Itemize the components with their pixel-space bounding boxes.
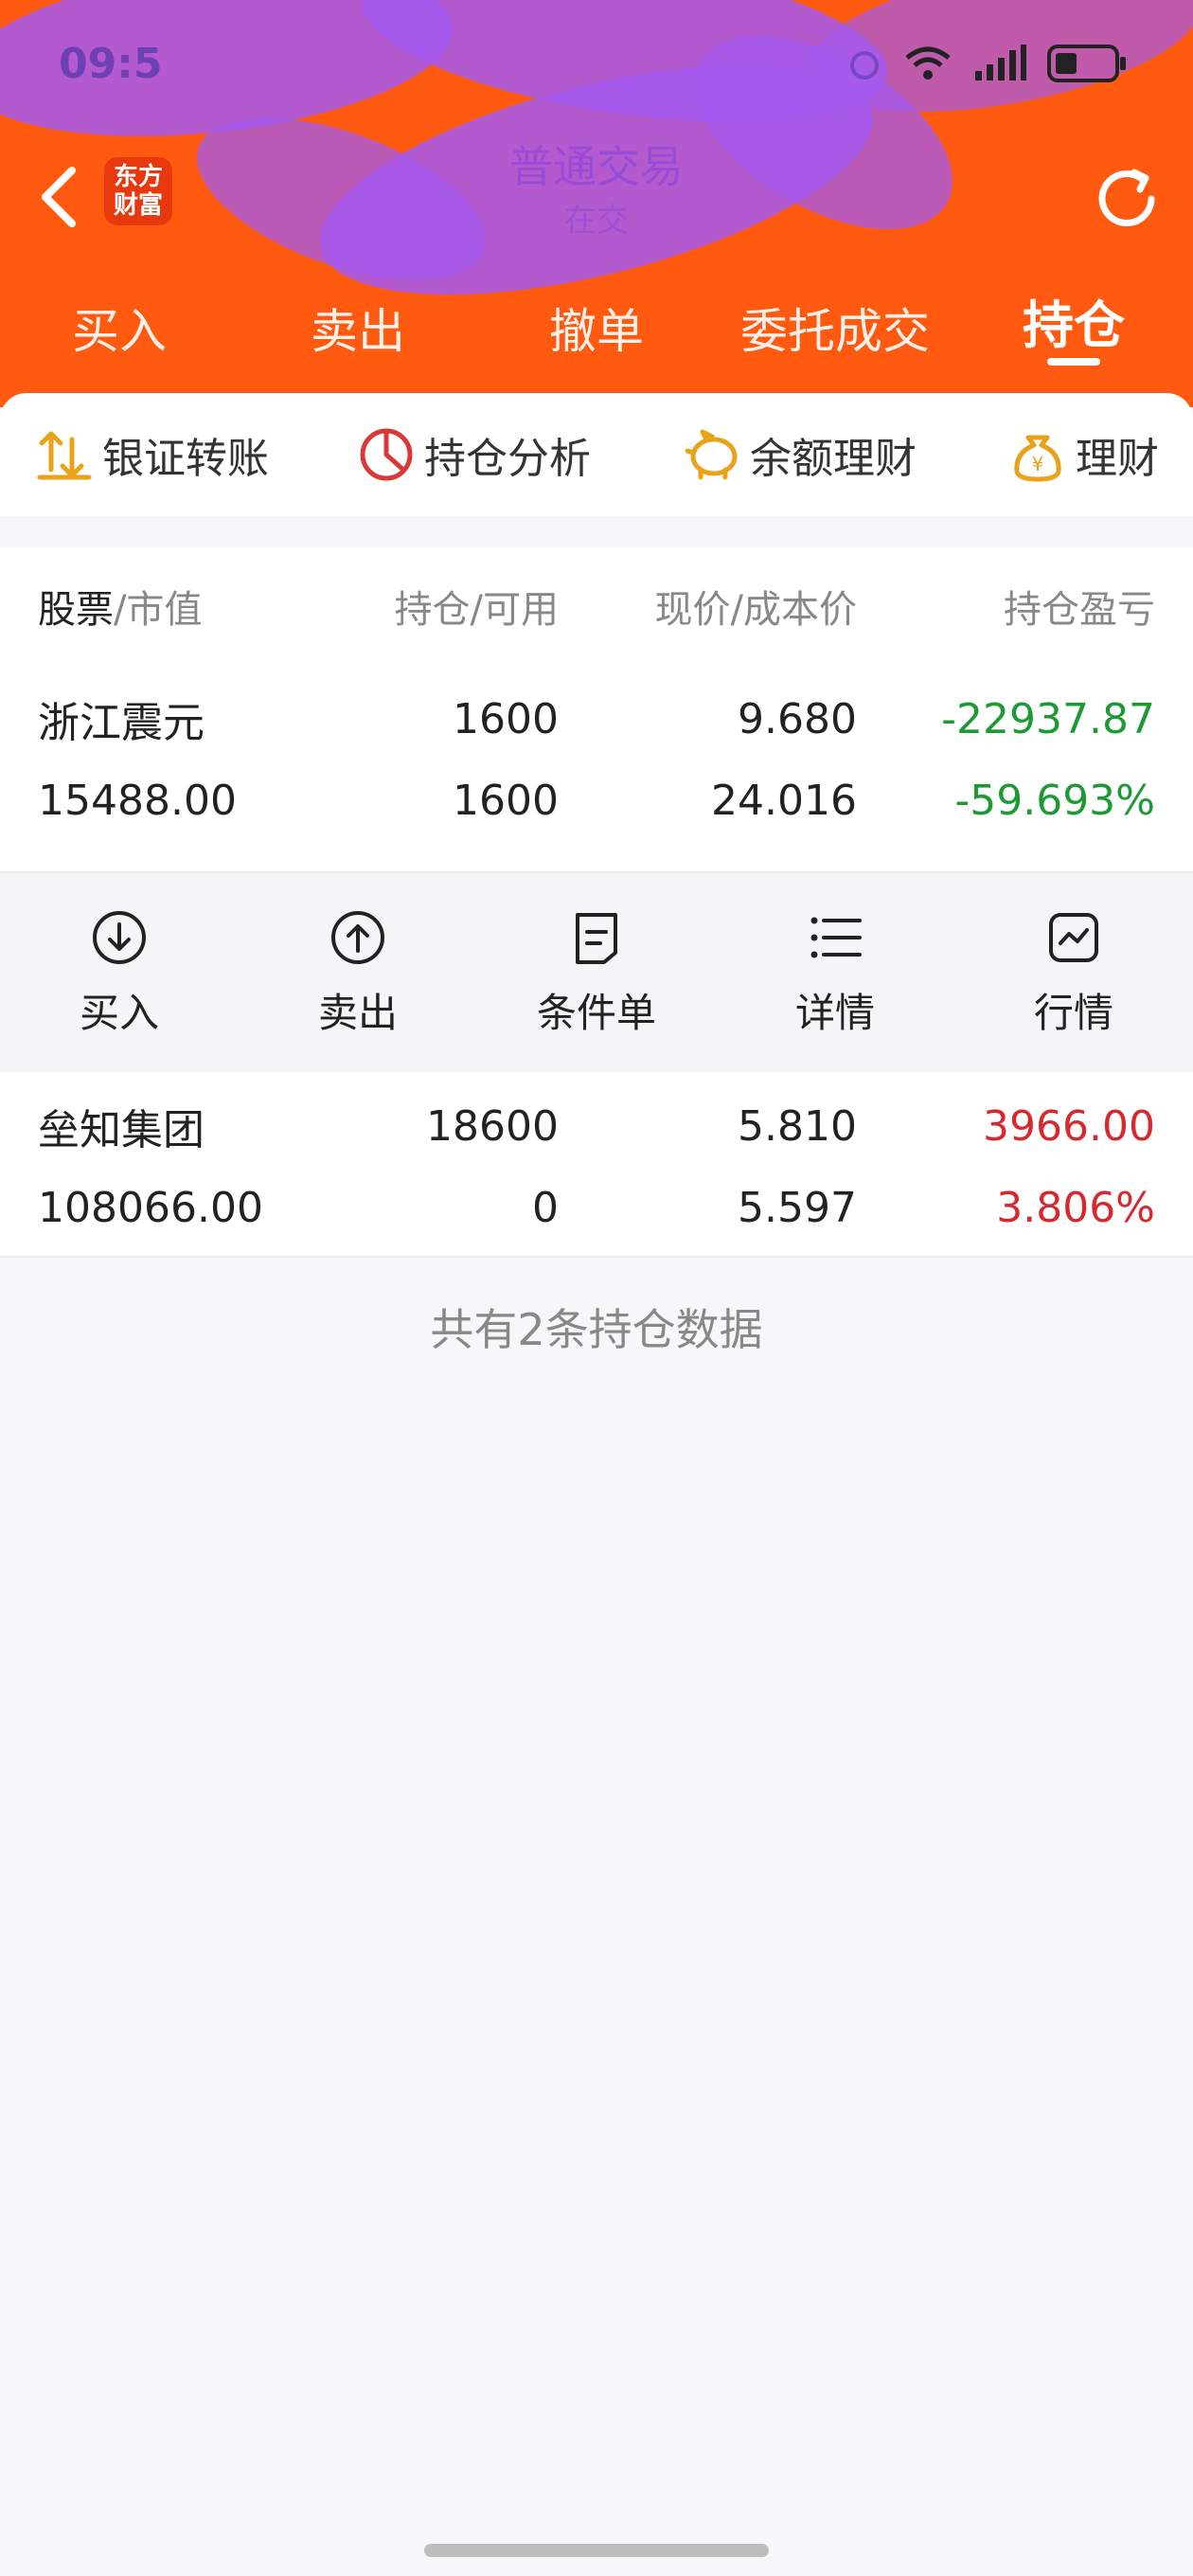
action-buy[interactable]: 买入 [0,907,239,1039]
cost-price: 5.597 [738,1183,857,1232]
divider [0,1256,1193,1258]
tool-wealth[interactable]: ¥ 理财 [1007,424,1159,485]
money-bag-icon: ¥ [1014,435,1061,482]
action-label: 买入 [79,989,159,1036]
page-subtitle: 在交 [564,202,629,240]
arrow-down-circle-icon [93,910,146,964]
signal-icon [975,45,1026,80]
position-qty: 18600 [426,1101,559,1151]
tool-strip: 银证转账 持仓分析 余额理财 ¥ 理财 [0,393,1193,516]
svg-text:¥: ¥ [1032,453,1044,475]
available-qty: 1600 [453,776,559,825]
pnl-percent: -59.693% [954,776,1155,825]
tab-buy[interactable]: 买入 [0,284,239,388]
tab-orders-deals[interactable]: 委托成交 [716,284,954,388]
wifi-icon [905,46,951,80]
pnl-percent: 3.806% [996,1183,1155,1232]
available-qty: 0 [532,1183,559,1232]
battery-icon [1047,45,1126,82]
header-position: 持仓/可用 [394,588,559,632]
header-stock-value: 股票/市值 [38,588,203,632]
positions-count-note: 共有2条持仓数据 [430,1304,763,1355]
refresh-icon[interactable] [1087,159,1166,239]
active-tab-indicator [1047,358,1100,366]
header: 09:5 东方 财富 普通交易 在交 买入 卖出 撤单 委托成交 持仓 [0,0,1193,407]
tool-label: 银证转账 [102,435,269,483]
home-indicator[interactable] [424,2544,769,2557]
status-time: 09:5 [59,40,163,88]
arrow-up-circle-icon [331,910,384,964]
row-actions: 买入 卖出 条件单 详情 行情 [0,873,1193,1072]
header-pnl: 持仓盈亏 [1004,588,1155,632]
tab-sell[interactable]: 卖出 [239,284,477,388]
tool-bank-transfer[interactable]: 银证转账 [34,424,269,485]
status-icons [846,44,1127,83]
table-row[interactable]: 浙江震元 1600 9.680 -22937.87 15488.00 1600 … [0,665,1193,871]
market-value: 108066.00 [38,1183,263,1232]
tab-cancel-order[interactable]: 撤单 [477,284,716,388]
transfer-icon [37,431,92,480]
alarm-icon [850,51,879,80]
tool-balance-wealth[interactable]: 余额理财 [682,424,917,485]
table-row[interactable]: 垒知集团 18600 5.810 3966.00 108066.00 0 5.5… [0,1072,1193,1256]
holdings-table: 股票/市值 持仓/可用 现价/成本价 持仓盈亏 浙江震元 1600 9.680 … [0,547,1193,1258]
position-qty: 1600 [453,694,559,743]
current-price: 5.810 [738,1101,857,1151]
tab-positions[interactable]: 持仓 [954,284,1193,388]
trend-chart-icon [1049,912,1098,962]
action-sell[interactable]: 卖出 [239,907,477,1039]
action-label: 详情 [794,989,875,1036]
market-value: 15488.00 [38,776,237,825]
action-quote[interactable]: 行情 [954,907,1193,1039]
tool-position-analysis[interactable]: 持仓分析 [356,424,591,485]
current-price: 9.680 [738,694,857,743]
document-icon [576,912,617,964]
stock-name: 浙江震元 [38,699,205,747]
action-details[interactable]: 详情 [716,907,954,1039]
tool-label: 理财 [1076,435,1159,483]
header-price: 现价/成本价 [654,588,857,632]
cost-price: 24.016 [711,776,857,825]
tool-label: 余额理财 [750,435,917,483]
pie-chart-icon [360,428,413,481]
list-icon [810,917,862,957]
action-label: 行情 [1033,989,1113,1036]
trade-tabs: 买入 卖出 撤单 委托成交 持仓 [0,284,1193,388]
pnl-amount: 3966.00 [983,1101,1155,1151]
pnl-amount: -22937.87 [941,694,1155,743]
stock-name: 垒知集团 [38,1106,205,1154]
table-header: 股票/市值 持仓/可用 现价/成本价 持仓盈亏 [0,547,1193,665]
action-label: 卖出 [317,989,398,1036]
piggy-bank-icon [685,429,738,480]
action-label: 条件单 [536,989,656,1036]
tool-label: 持仓分析 [424,435,591,483]
page-title: 普通交易 [509,141,684,192]
action-conditional-order[interactable]: 条件单 [477,907,716,1039]
